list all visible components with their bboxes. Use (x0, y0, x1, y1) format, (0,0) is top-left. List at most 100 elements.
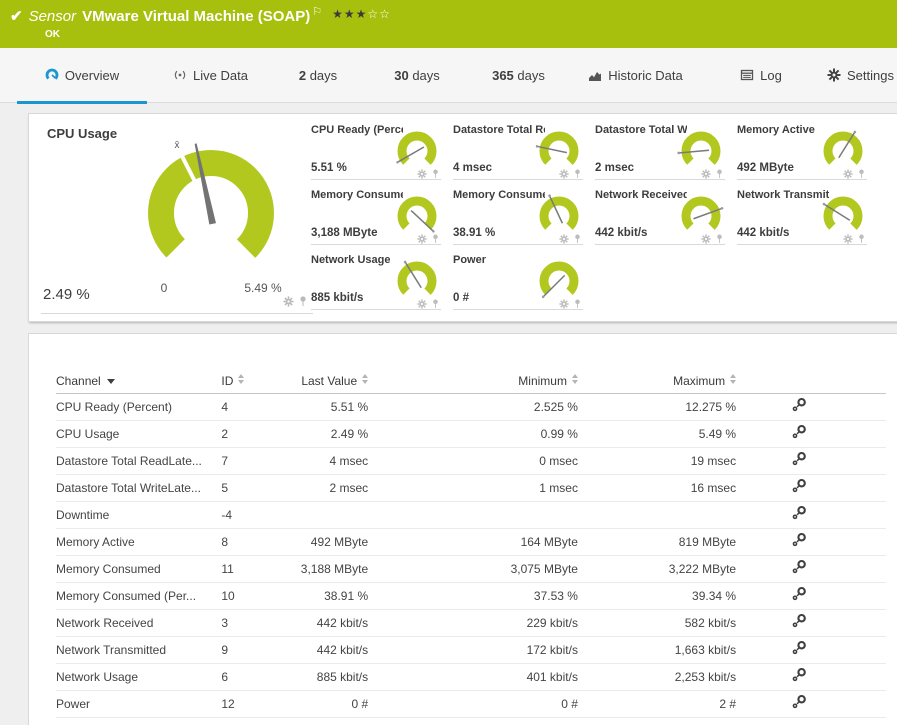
small-gauge-tile[interactable]: Power 0 # (453, 248, 583, 310)
gauges-panel: CPU Usage x̄ 0 5.49 % 2.49 % CPU Ready (… (28, 113, 897, 322)
gauge-pin-icon[interactable] (432, 166, 439, 184)
channel-minimum: 172 kbit/s (368, 636, 578, 664)
channel-settings-icon[interactable] (791, 667, 807, 686)
channel-settings-icon[interactable] (791, 694, 807, 713)
chart-icon (588, 50, 602, 105)
channel-last-value: 3,188 MByte (283, 555, 369, 583)
gauge-gear-icon[interactable] (283, 294, 294, 312)
channel-maximum (577, 501, 737, 529)
channel-settings-icon[interactable] (791, 586, 807, 605)
gauge-gear-icon[interactable] (417, 231, 427, 249)
channel-id: 5 (221, 474, 284, 502)
gauge-pin-icon[interactable] (574, 166, 581, 184)
channel-settings-icon[interactable] (791, 559, 807, 578)
priority-stars-empty[interactable]: ☆☆ (367, 7, 391, 21)
channel-minimum: 164 MByte (368, 528, 578, 556)
small-gauge-value: 0 # (453, 292, 469, 304)
channel-settings-icon[interactable] (791, 478, 807, 497)
channel-maximum: 5.49 % (577, 420, 737, 448)
small-gauge-tile[interactable]: Memory Consumed (P... 38.91 % (453, 183, 583, 245)
tab-bar: Overview Live Data 2 days 30 days 365 da… (0, 48, 897, 104)
gauge-max-label: 5.49 % (244, 281, 282, 295)
channel-id: -4 (221, 501, 284, 529)
small-gauge-tile[interactable]: Network Transmitted 442 kbit/s (737, 183, 867, 245)
channel-maximum: 1,663 kbit/s (577, 636, 737, 664)
small-gauge-tile[interactable]: Datastore Total WriteL... 2 msec (595, 118, 725, 180)
channel-last-value: 442 kbit/s (283, 609, 369, 637)
gauge-gear-icon[interactable] (559, 166, 569, 184)
table-row: CPU Ready (Percent) 4 5.51 % 2.525 % 12.… (56, 393, 886, 421)
channel-id: 3 (221, 609, 284, 637)
small-gauge-value: 885 kbit/s (311, 292, 364, 304)
tab-settings[interactable]: Settings (824, 48, 897, 103)
gauge-pin-icon[interactable] (574, 231, 581, 249)
gauge-pin-icon[interactable] (716, 166, 723, 184)
small-gauge-value: 442 kbit/s (737, 227, 790, 239)
column-header-last-value[interactable]: Last Value (283, 369, 369, 394)
gauge-pin-icon[interactable] (432, 296, 439, 314)
channel-name: Datastore Total ReadLate... (56, 447, 222, 475)
gauge-gear-icon[interactable] (559, 231, 569, 249)
table-row: CPU Usage 2 2.49 % 0.99 % 5.49 % (56, 420, 886, 448)
table-row: Network Received 3 442 kbit/s 229 kbit/s… (56, 609, 886, 637)
gauge-gear-icon[interactable] (701, 166, 711, 184)
small-gauge-tile[interactable]: Network Usage 885 kbit/s (311, 248, 441, 310)
channel-last-value: 885 kbit/s (283, 663, 369, 691)
small-gauge-tile[interactable]: CPU Ready (Percent) 5.51 % (311, 118, 441, 180)
main-gauge-tile[interactable]: CPU Usage x̄ 0 5.49 % 2.49 % (41, 122, 313, 314)
gauge-pin-icon[interactable] (574, 296, 581, 314)
channel-settings-icon[interactable] (791, 640, 807, 659)
channel-id: 12 (221, 690, 284, 718)
gauge-pin-icon[interactable] (716, 231, 723, 249)
small-gauge-title: Network Received (595, 189, 687, 201)
tab-log[interactable]: Log (731, 48, 791, 103)
gauge-gear-icon[interactable] (417, 166, 427, 184)
small-gauge-tile[interactable]: Memory Consumed 3,188 MByte (311, 183, 441, 245)
channel-settings-icon[interactable] (791, 424, 807, 443)
priority-stars-filled[interactable]: ★★★ (332, 7, 367, 21)
priority-flag-icon[interactable]: ⚐ (312, 6, 322, 18)
column-header-minimum[interactable]: Minimum (368, 369, 578, 394)
channel-settings-icon[interactable] (791, 397, 807, 416)
gauge-pin-icon[interactable] (858, 231, 865, 249)
channel-settings-icon[interactable] (791, 613, 807, 632)
channel-settings-icon[interactable] (791, 451, 807, 470)
channel-last-value (283, 501, 369, 529)
tab-30-days[interactable]: 30 days (383, 48, 451, 103)
small-gauge-title: Memory Consumed (P... (453, 189, 545, 201)
channel-minimum (368, 501, 578, 529)
tab-2-days[interactable]: 2 days (287, 48, 349, 103)
gauge-pin-icon[interactable] (299, 294, 307, 312)
gauge-gear-icon[interactable] (417, 296, 427, 314)
small-gauge-value: 3,188 MByte (311, 227, 378, 239)
column-header-id[interactable]: ID (221, 369, 284, 394)
ok-check-icon: ✔ (10, 8, 23, 25)
column-header-maximum[interactable]: Maximum (577, 369, 737, 394)
gauge-pin-icon[interactable] (432, 231, 439, 249)
gauge-gear-icon[interactable] (843, 166, 853, 184)
channel-table: Channel ID Last Value Minimum Maximum CP… (56, 369, 886, 718)
table-row: Memory Consumed (Per... 10 38.91 % 37.53… (56, 582, 886, 610)
small-gauge-tile[interactable]: Memory Active 492 MByte (737, 118, 867, 180)
gauge-pin-icon[interactable] (858, 166, 865, 184)
tab-365-days[interactable]: 365 days (481, 48, 556, 103)
channel-settings-icon[interactable] (791, 532, 807, 551)
table-row: Datastore Total ReadLate... 7 4 msec 0 m… (56, 447, 886, 475)
gauge-gear-icon[interactable] (559, 296, 569, 314)
small-gauge-value: 2 msec (595, 162, 635, 174)
channel-name: CPU Usage (56, 420, 222, 448)
tab-live-data[interactable]: Live Data (163, 48, 258, 103)
channel-last-value: 5.51 % (283, 393, 369, 421)
channel-minimum: 2.525 % (368, 393, 578, 421)
gauge-gear-icon[interactable] (843, 231, 853, 249)
channel-name: Network Received (56, 609, 222, 637)
tab-historic-data[interactable]: Historic Data (578, 48, 693, 103)
tab-overview[interactable]: Overview (17, 48, 147, 104)
channel-settings-icon[interactable] (791, 505, 807, 524)
column-header-channel[interactable]: Channel (56, 369, 222, 394)
small-gauge-tile[interactable]: Datastore Total ReadLa... 4 msec (453, 118, 583, 180)
table-row: Memory Consumed 11 3,188 MByte 3,075 MBy… (56, 555, 886, 583)
small-gauge-tile[interactable]: Network Received 442 kbit/s (595, 183, 725, 245)
gauge-gear-icon[interactable] (701, 231, 711, 249)
channel-maximum: 3,222 MByte (577, 555, 737, 583)
